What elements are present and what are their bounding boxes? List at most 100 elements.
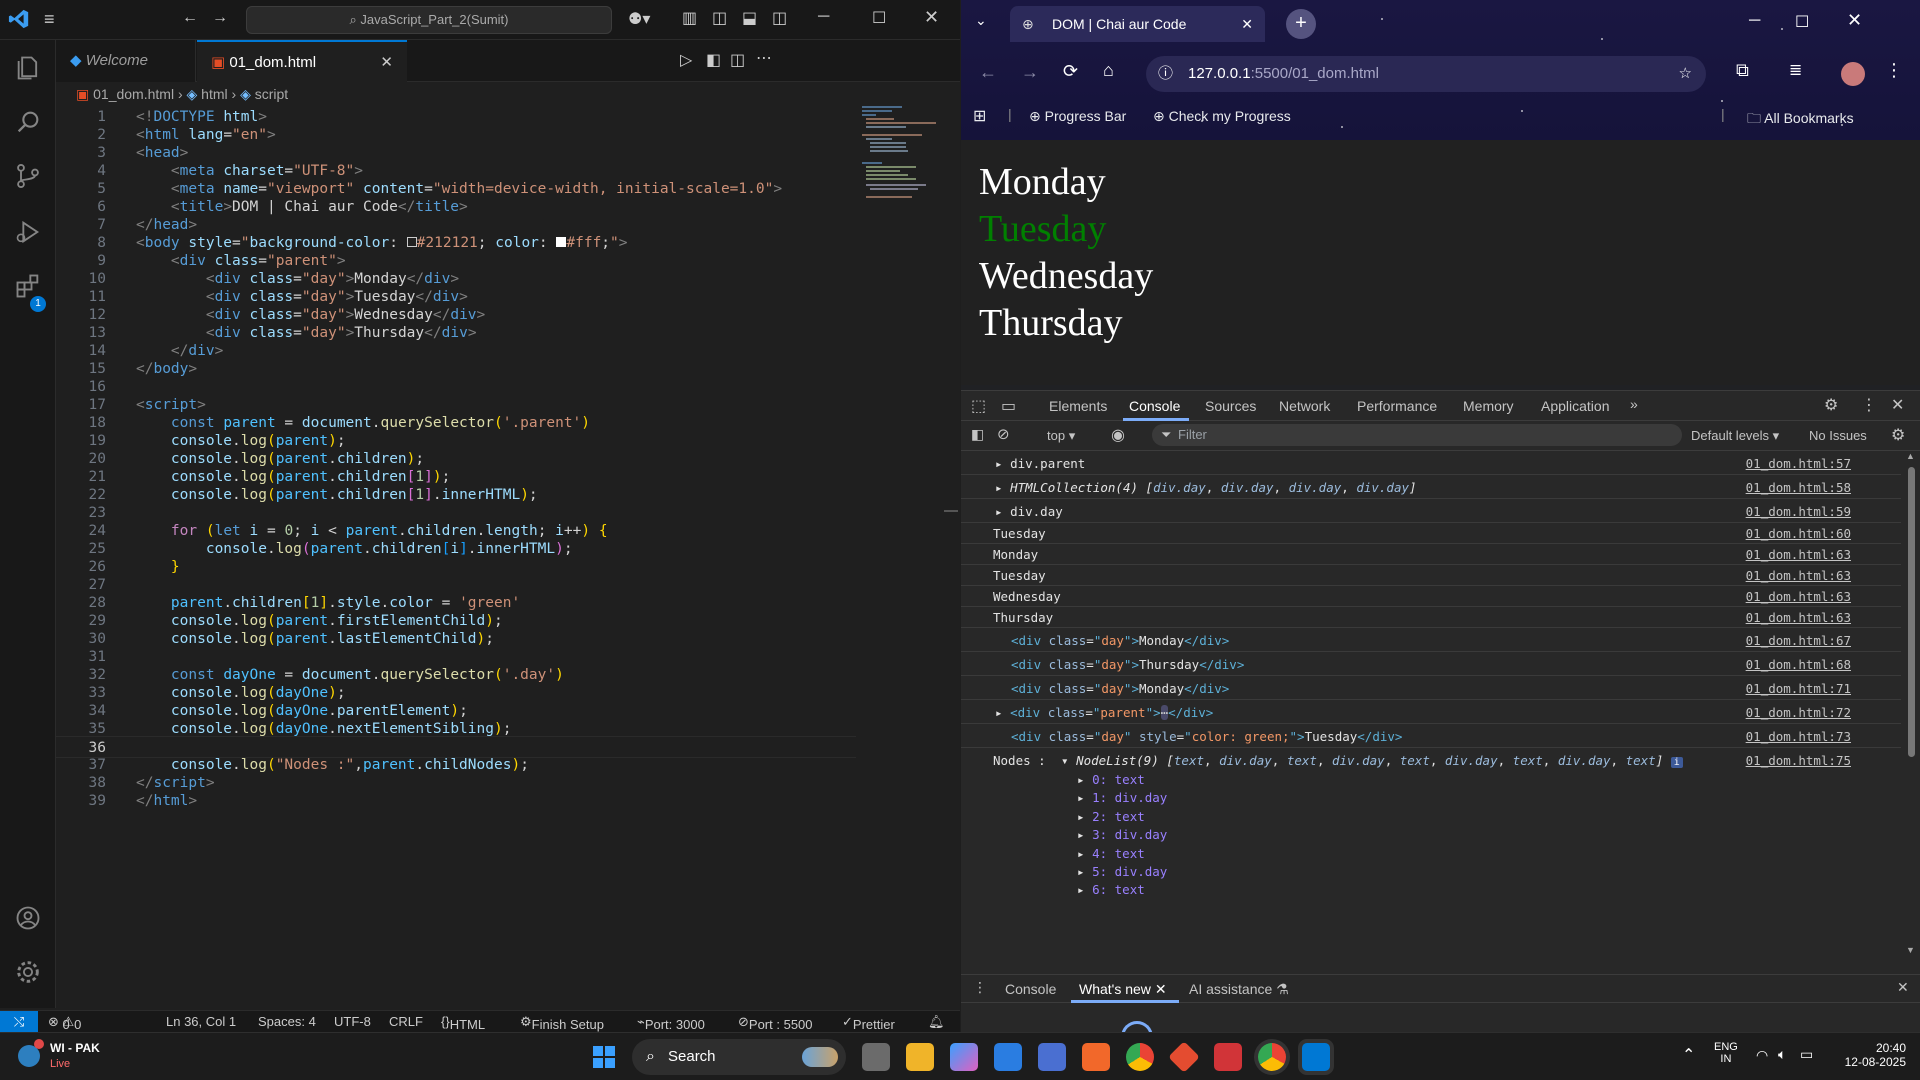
nodelist-item[interactable]: ▸ 0: text <box>1077 772 1145 787</box>
more-actions-icon[interactable]: ⋯ <box>756 48 772 68</box>
context-select[interactable]: top ▾ <box>1047 428 1075 444</box>
maximize-icon[interactable]: ☐ <box>1795 12 1809 32</box>
kebab-menu-icon[interactable]: ⋮ <box>973 979 987 996</box>
finish-setup[interactable]: ⚙ Finish Setup <box>520 1014 604 1032</box>
tab-console[interactable]: Console <box>1129 398 1180 414</box>
notifications-bell-icon[interactable]: 🔔︎ <box>928 1014 945 1030</box>
console-source-link[interactable]: 01_dom.html:67 <box>1746 633 1851 648</box>
console-row[interactable]: <div class="day">Monday</div> 01_dom.htm… <box>961 676 1901 700</box>
nodelist-item[interactable]: ▸ 3: div.day <box>1077 827 1167 842</box>
console-source-link[interactable]: 01_dom.html:68 <box>1746 657 1851 672</box>
console-source-link[interactable]: 01_dom.html:75 <box>1746 753 1851 768</box>
console-row-nodelist[interactable]: Nodes : ▾ NodeList(9) [text, div.day, te… <box>961 748 1901 961</box>
prettier[interactable]: ✓ Prettier <box>842 1014 895 1032</box>
toggle-sidebar-icon[interactable]: ◫ <box>712 8 727 28</box>
chevron-up-icon[interactable]: ⌃ <box>1682 1045 1695 1065</box>
minimize-icon[interactable]: ─ <box>1749 12 1760 30</box>
device-toolbar-icon[interactable]: ▭ <box>1001 396 1016 416</box>
wifi-icon[interactable]: ◠ <box>1756 1047 1768 1064</box>
scrollbar-thumb[interactable] <box>1908 467 1915 757</box>
snipping-tool-app[interactable] <box>1214 1043 1242 1071</box>
tab-search-chevron-icon[interactable]: ⌄ <box>975 12 987 29</box>
breadcrumb-file[interactable]: 01_dom.html <box>93 86 174 102</box>
address-bar[interactable]: ⓘ 127.0.0.1:5500/01_dom.html ☆ <box>1146 56 1706 92</box>
breadcrumb-html[interactable]: html <box>201 86 227 102</box>
port-5500[interactable]: ⊘ Port : 5500 <box>738 1014 813 1032</box>
language-indicator[interactable]: ENG IN <box>1714 1041 1738 1065</box>
menu-icon[interactable]: ≡ <box>44 9 55 30</box>
drawer-tab-ai-assistance[interactable]: AI assistance ⚗ <box>1189 981 1289 998</box>
drawer-tab-console[interactable]: Console <box>1005 981 1056 997</box>
close-tab-icon[interactable]: ✕ <box>380 42 393 84</box>
console-source-link[interactable]: 01_dom.html:72 <box>1746 705 1851 720</box>
bookmark-check-progress[interactable]: ⊕ Check my Progress <box>1153 108 1291 125</box>
browser-tab[interactable]: ⊕ DOM | Chai aur Code ✕ <box>1010 6 1265 42</box>
reading-list-icon[interactable]: ≣ <box>1789 60 1802 80</box>
all-bookmarks[interactable]: 🗀 All Bookmarks <box>1747 108 1854 132</box>
run-debug-icon[interactable] <box>14 218 42 246</box>
maximize-icon[interactable]: ☐ <box>872 8 886 28</box>
code-editor[interactable]: 1 <!DOCTYPE html> 2 <html lang="en"> 3 <hea… <box>56 106 960 1016</box>
scroll-down-arrow-icon[interactable]: ▼ <box>1906 945 1915 955</box>
battery-icon[interactable]: ▭ <box>1800 1046 1813 1063</box>
run-icon[interactable]: ▷ <box>680 50 692 70</box>
apps-grid-icon[interactable]: ⊞ <box>973 106 986 126</box>
minimize-icon[interactable]: ─ <box>818 8 829 26</box>
store-app[interactable] <box>994 1043 1022 1071</box>
expand-triangle-icon[interactable]: ▸ <box>995 504 1010 519</box>
layout-customize-icon[interactable]: ▥ <box>682 8 697 28</box>
tab-sources[interactable]: Sources <box>1205 398 1256 414</box>
console-row[interactable]: ▸ div.parent 01_dom.html:57 <box>961 451 1901 475</box>
console-source-link[interactable]: 01_dom.html:63 <box>1746 589 1851 604</box>
expand-triangle-icon[interactable]: ▸ <box>995 480 1010 495</box>
console-scrollbar[interactable]: ▲ ▼ <box>1905 451 1917 961</box>
back-arrow-icon[interactable]: ← <box>979 62 997 83</box>
live-expression-eye-icon[interactable]: ◉ <box>1111 425 1125 445</box>
explorer-icon[interactable] <box>14 54 42 82</box>
back-arrow-icon[interactable]: ← <box>182 9 198 27</box>
close-icon[interactable]: ✕ <box>924 7 939 28</box>
source-control-icon[interactable] <box>14 162 42 190</box>
account-icon[interactable] <box>14 904 42 932</box>
sidebar-toggle-icon[interactable]: ◧ <box>971 426 984 443</box>
nodelist-item[interactable]: ▸ 4: text <box>1077 846 1145 861</box>
filter-input[interactable]: ⏷ Filter <box>1152 424 1682 446</box>
copilot-app[interactable] <box>950 1043 978 1071</box>
expanded-triangle-icon[interactable]: ▾ <box>1061 753 1076 768</box>
profile-avatar[interactable] <box>1841 62 1865 86</box>
more-tabs-icon[interactable]: » <box>1630 396 1638 412</box>
tab-network[interactable]: Network <box>1279 398 1330 414</box>
tab-welcome[interactable]: ◆ Welcome <box>56 40 196 82</box>
console-row[interactable]: ▸ <div class="parent">⋯</div> 01_dom.htm… <box>961 700 1901 724</box>
encoding[interactable]: UTF-8 <box>334 1014 371 1029</box>
remote-indicator-button[interactable]: ⤭ <box>0 1011 38 1033</box>
cursor-position[interactable]: Ln 36, Col 1 <box>166 1014 236 1029</box>
console-source-link[interactable]: 01_dom.html:63 <box>1746 610 1851 625</box>
brave-app[interactable] <box>1082 1043 1110 1071</box>
nodelist-item[interactable]: ▸ 1: div.day <box>1077 790 1167 805</box>
end-of-line[interactable]: CRLF <box>389 1014 423 1029</box>
kebab-menu-icon[interactable]: ⋮ <box>1885 60 1903 81</box>
search-icon[interactable] <box>14 108 42 136</box>
home-icon[interactable]: ⌂ <box>1103 60 1114 81</box>
tab-application[interactable]: Application <box>1541 398 1610 414</box>
console-source-link[interactable]: 01_dom.html:59 <box>1746 504 1851 519</box>
chrome-app-1[interactable] <box>1126 1043 1154 1071</box>
clock[interactable]: 20:40 12-08-2025 <box>1836 1041 1906 1069</box>
console-source-link[interactable]: 01_dom.html:63 <box>1746 547 1851 562</box>
console-source-link[interactable]: 01_dom.html:60 <box>1746 526 1851 541</box>
extensions-puzzle-icon[interactable]: ⧉ <box>1736 60 1749 81</box>
forward-arrow-icon[interactable]: → <box>212 9 228 27</box>
task-view-app[interactable] <box>862 1043 890 1071</box>
split-editor-icon[interactable]: ◫ <box>730 50 745 70</box>
command-center-search[interactable]: ⌕ JavaScript_Part_2(Sumit) <box>246 6 612 34</box>
console-row[interactable]: <div class="day" style="color: green;">T… <box>961 724 1901 748</box>
close-icon[interactable]: ✕ <box>1847 10 1862 31</box>
toggle-secondary-sidebar-icon[interactable]: ◫ <box>772 8 787 28</box>
weather-widget[interactable]: WI - PAK Live <box>16 1039 126 1075</box>
vs-installer-app[interactable] <box>1038 1043 1066 1071</box>
problems-indicator[interactable]: ⊗ 0 ⚠ 0 <box>48 1014 81 1032</box>
reload-icon[interactable]: ⟳ <box>1063 61 1078 82</box>
console-settings-gear-icon[interactable]: ⚙ <box>1891 425 1905 445</box>
console-row[interactable]: <div class="day">Thursday</div> 01_dom.h… <box>961 652 1901 676</box>
